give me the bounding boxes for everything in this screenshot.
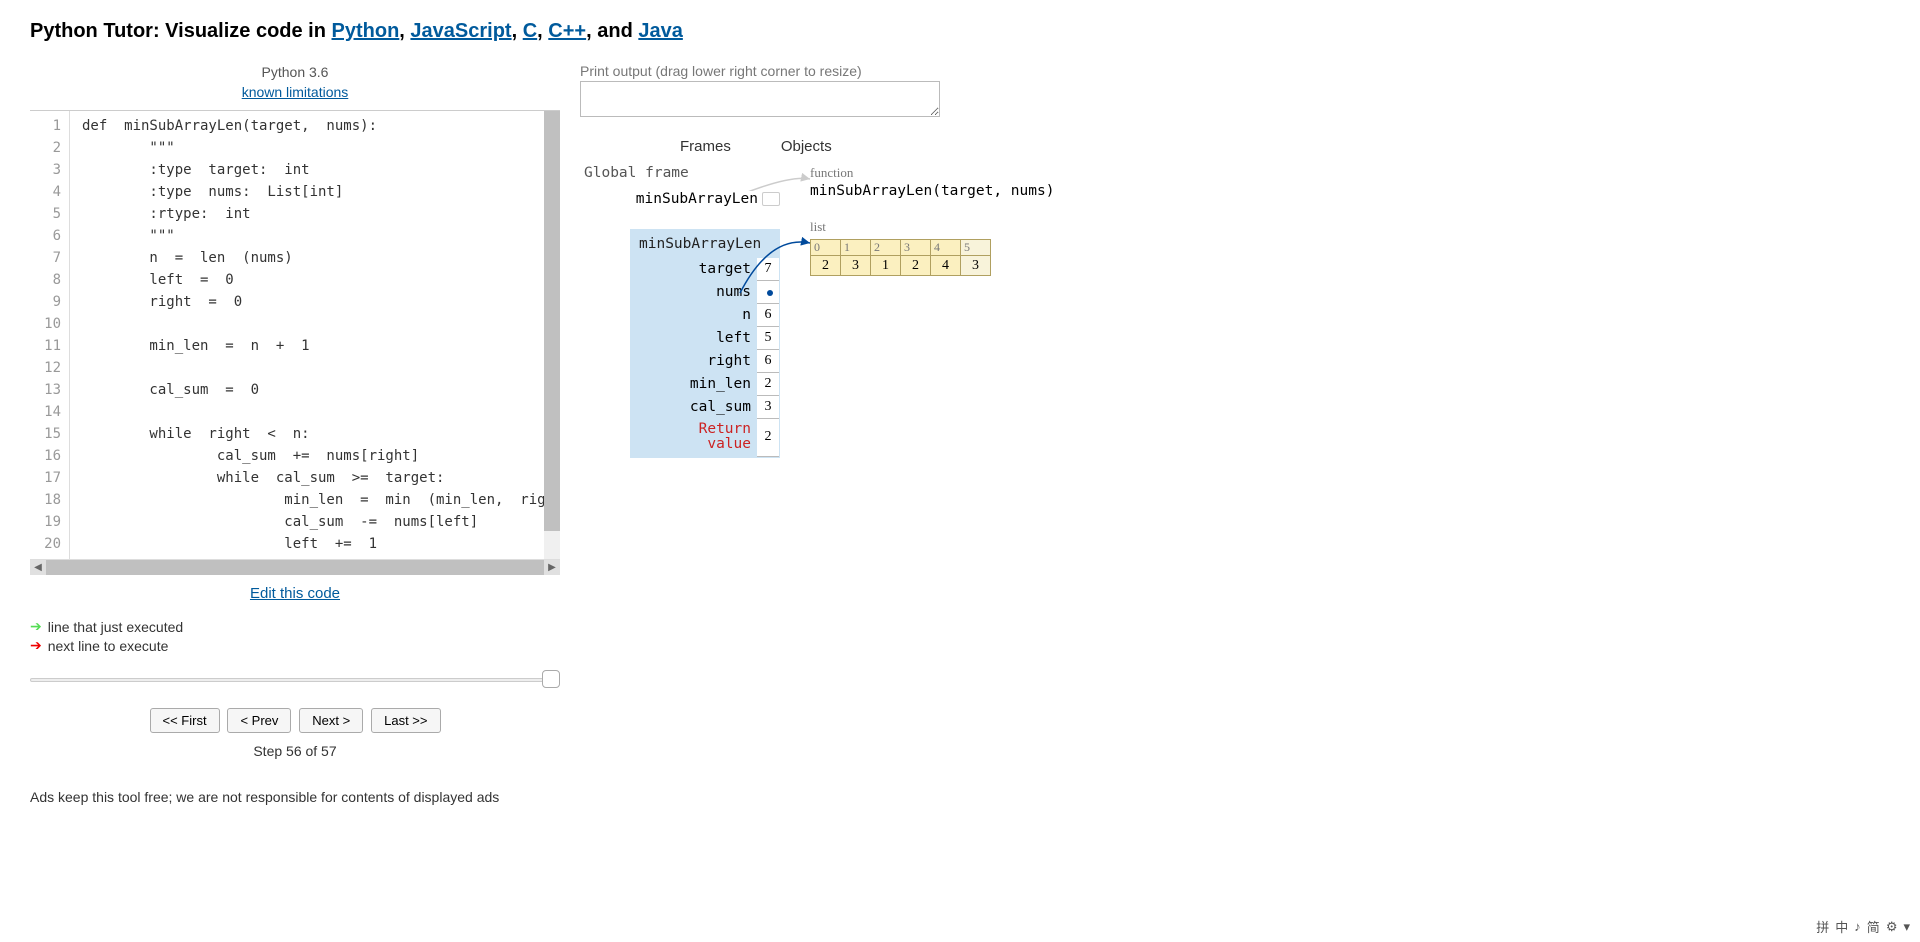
ime-punct-icon[interactable]: ♪ [1854,919,1861,934]
list-index: 1 [841,240,871,256]
global-frame: Global frame minSubArrayLen [580,165,780,213]
function-signature: minSubArrayLen(target, nums) [810,181,1890,219]
frame-var-name: nums [631,281,757,304]
frame-var-name: min_len [631,373,757,396]
print-output-area[interactable] [580,81,940,117]
frame-var-name: cal_sum [631,396,757,419]
objects-header: Objects [781,138,832,155]
scroll-left-icon[interactable]: ◀ [30,560,46,575]
edit-code-link[interactable]: Edit this code [250,585,340,602]
legend: ➔ line that just executed ➔ next line to e… [30,612,560,660]
list-value: 4 [931,256,961,276]
list-value: 3 [841,256,871,276]
scroll-right-icon[interactable]: ▶ [544,560,560,575]
next-button[interactable]: Next > [299,708,363,733]
return-value: 2 [757,419,779,457]
code-header: Python 3.6 known limitations [30,63,560,102]
executed-arrow-icon: ➔ [30,618,42,635]
frame-var-name: right [631,350,757,373]
list-index: 5 [961,240,991,256]
frame-var-value: 6 [757,304,779,327]
page-header: Python Tutor: Visualize code in Python, … [30,10,1890,63]
list-value: 1 [871,256,901,276]
stack-frame: minSubArrayLen target7numsn6left5right6m… [630,229,780,458]
title-prefix: Python Tutor: Visualize code in [30,20,332,42]
global-frame-label: Global frame [580,165,780,181]
legend-next: next line to execute [48,638,169,654]
last-button[interactable]: Last >> [371,708,440,733]
list-type-label: list [810,219,1890,235]
frame-var-value: 2 [757,373,779,396]
lang-link-javascript[interactable]: JavaScript [410,20,511,42]
list-index: 3 [901,240,931,256]
frame-var-value: 7 [757,258,779,281]
prev-button[interactable]: < Prev [227,708,291,733]
return-label: Return value [631,419,757,457]
list-value: 3 [961,256,991,276]
frame-var-name: left [631,327,757,350]
list-object: 012345 231243 [810,239,1890,276]
frame-var-value: 5 [757,327,779,350]
legend-executed: line that just executed [48,619,183,635]
ime-mode-icon[interactable]: 拼 [1816,917,1829,936]
lang-link-java[interactable]: Java [638,20,683,42]
frame-var-pointer [757,281,779,304]
next-arrow-icon: ➔ [30,637,42,654]
first-button[interactable]: << First [150,708,220,733]
step-slider[interactable] [30,668,560,696]
list-index: 0 [811,240,841,256]
ime-status-bar[interactable]: 拼 中 ♪ 简 ⚙ ▾ [1816,917,1910,936]
list-index: 2 [871,240,901,256]
frame-var-value: 6 [757,350,779,373]
ime-lang-icon[interactable]: 中 [1835,917,1848,936]
frames-header: Frames [680,138,731,155]
list-index: 4 [931,240,961,256]
horizontal-scrollbar[interactable]: ◀ ▶ [30,559,560,575]
global-pointer-box [762,192,780,206]
vertical-scrollbar[interactable] [544,111,560,559]
lang-link-c[interactable]: C [523,20,537,42]
print-output-label: Print output (drag lower right corner to… [580,63,1890,79]
lang-link-python[interactable]: Python [332,20,400,42]
page-title: Python Tutor: Visualize code in Python, … [30,20,1890,43]
frame-func-name: minSubArrayLen [631,230,779,258]
ime-settings-icon[interactable]: ⚙ [1886,919,1898,935]
ads-disclaimer: Ads keep this tool free; we are not resp… [30,765,560,805]
step-counter: Step 56 of 57 [30,737,560,765]
frame-var-value: 3 [757,396,779,419]
function-type-label: function [810,165,1890,181]
line-gutter: 1234567891011121314151617181920 [30,111,70,559]
frame-var-name: n [631,304,757,327]
known-limitations-link[interactable]: known limitations [242,84,349,100]
code-editor: 1234567891011121314151617181920 def minS… [30,110,560,575]
ime-dropdown-icon[interactable]: ▾ [1903,919,1910,935]
global-var-name: minSubArrayLen [636,191,758,207]
lang-link-cpp[interactable]: C++ [548,20,586,42]
frame-var-name: target [631,258,757,281]
list-value: 2 [901,256,931,276]
list-value: 2 [811,256,841,276]
ime-charset-icon[interactable]: 简 [1867,917,1880,936]
code-content[interactable]: def minSubArrayLen(target, nums): """ :t… [70,111,544,559]
python-version-label: Python 3.6 [30,63,560,83]
